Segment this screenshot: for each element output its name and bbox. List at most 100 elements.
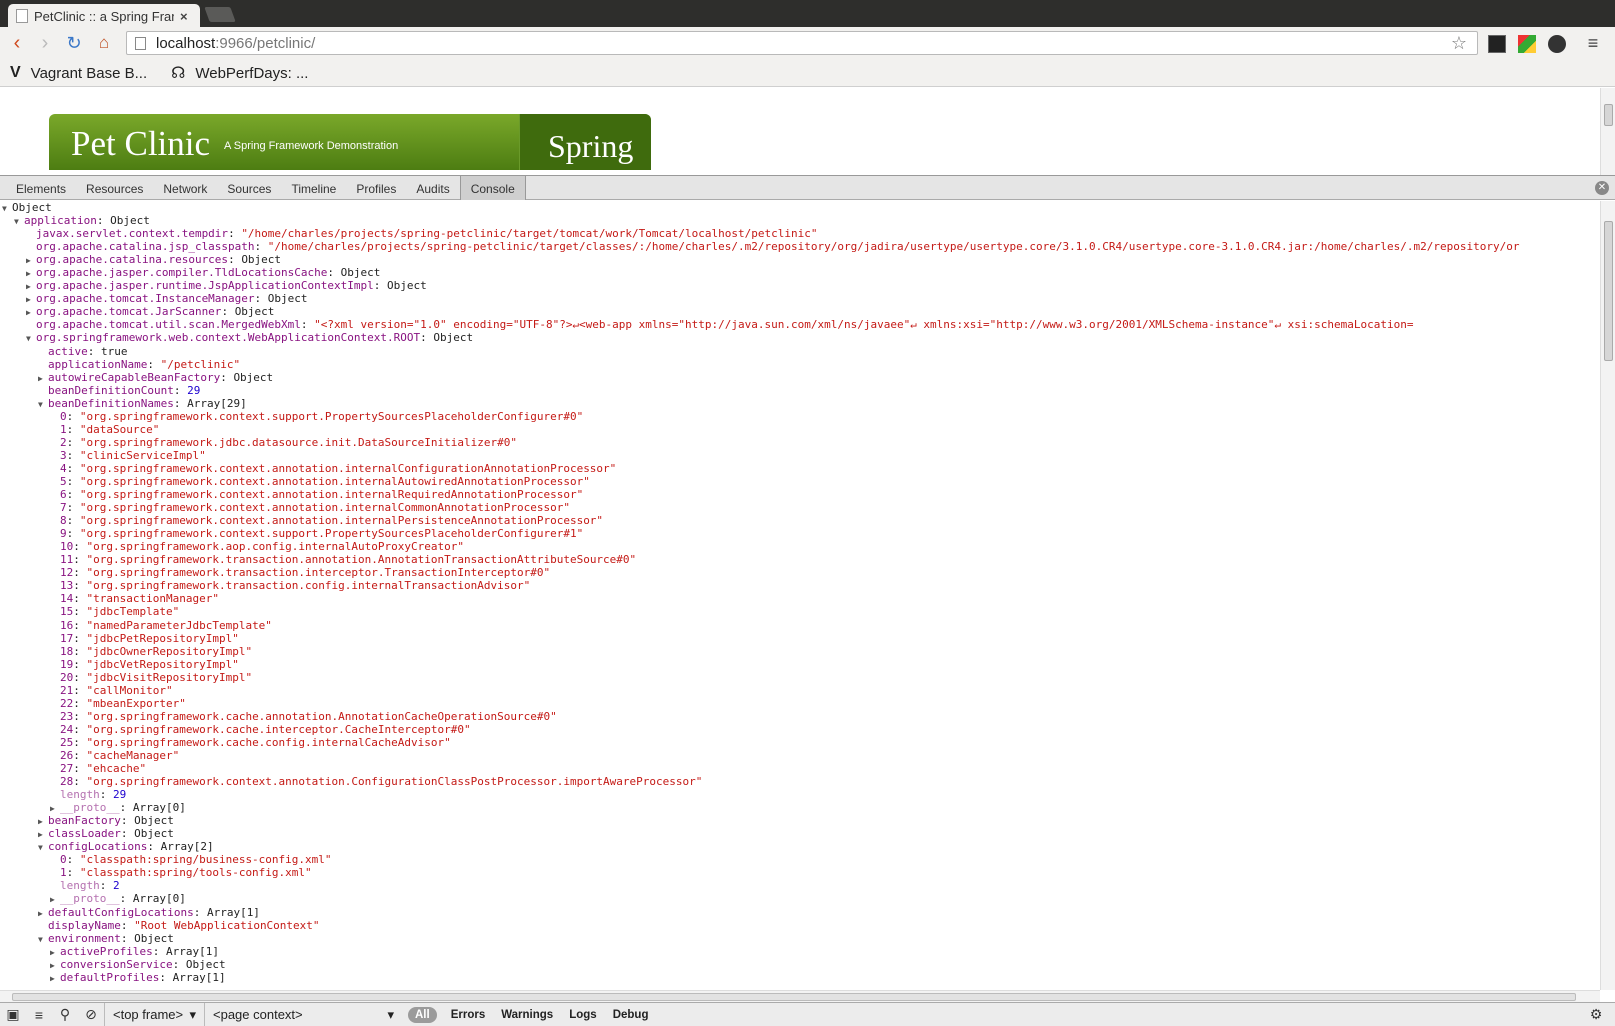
console-tree-row: 11: "org.springframework.transaction.ann… [0,553,1615,566]
console-tree-row[interactable]: ▼ beanDefinitionNames: Array[29] [0,397,1615,410]
console-horizontal-scrollbar-thumb[interactable] [12,993,1576,1001]
page-scrollbar[interactable] [1600,88,1615,176]
page-scrollbar-thumb[interactable] [1604,104,1613,126]
gear-icon[interactable]: ⚙ [1583,1006,1609,1023]
property-key: 22 [60,696,74,710]
property-key: length [60,788,100,802]
property-value: Array[2] [160,840,214,854]
console-tree-row[interactable]: ▶ org.apache.tomcat.InstanceManager: Obje… [0,292,1615,305]
collapsed-triangle-icon[interactable]: ▶ [26,280,36,293]
close-devtools-icon[interactable]: ✕ [1595,181,1609,195]
frame-select[interactable]: <top frame> ▾ [104,1002,204,1026]
console-tree-row[interactable]: ▼ Object [0,201,1615,214]
clear-console-icon[interactable]: ⊘ [78,1006,104,1023]
property-key: 25 [60,735,74,749]
reload-icon[interactable]: ↻ [63,32,85,54]
address-bar[interactable]: localhost:9966/petclinic/ ☆ [126,31,1478,55]
bookmark-item[interactable]: V Vagrant Base B... [10,64,147,82]
console-tree-row: 15: "jdbcTemplate" [0,605,1615,618]
console-tree-row[interactable]: ▶ defaultConfigLocations: Array[1] [0,906,1615,919]
property-key: org.apache.tomcat.InstanceManager [36,292,255,306]
console-scrollbar-thumb[interactable] [1604,221,1613,361]
filter-errors[interactable]: Errors [443,1009,494,1021]
tab-resources[interactable]: Resources [76,176,153,200]
console-tree-row: 0: "classpath:spring/business-config.xml… [0,853,1615,866]
collapsed-triangle-icon[interactable]: ▶ [26,254,36,267]
console-scrollbar[interactable] [1600,201,1615,990]
console-tree-row: 7: "org.springframework.context.annotati… [0,501,1615,514]
expanded-triangle-icon[interactable]: ▼ [2,202,12,215]
page-viewport: Pet Clinic A Spring Framework Demonstrat… [0,88,1615,176]
url-path: :9966/petclinic/ [215,34,316,52]
console-tree-row[interactable]: ▶ defaultProfiles: Array[1] [0,971,1615,984]
console-tree-row[interactable]: ▶ conversionService: Object [0,958,1615,971]
tab-sources[interactable]: Sources [217,176,281,200]
console-tree-row: org.apache.tomcat.util.scan.MergedWebXml… [0,318,1615,331]
webperfdays-icon: ☊ [171,65,186,82]
collapsed-triangle-icon[interactable]: ▶ [50,946,60,959]
forward-icon[interactable]: › [34,32,56,54]
console-tree-row[interactable]: ▶ org.apache.jasper.compiler.TldLocations… [0,266,1615,279]
expanded-triangle-icon[interactable]: ▼ [38,933,48,946]
new-tab-button[interactable] [204,7,236,22]
bookmark-item[interactable]: ☊ WebPerfDays: ... [171,63,308,83]
close-icon[interactable]: × [180,9,188,24]
dock-icon[interactable]: ▣ [0,1006,26,1023]
console-tree-row: 17: "jdbcPetRepositoryImpl" [0,632,1615,645]
console-tree-row[interactable]: ▼ org.springframework.web.context.WebAppl… [0,331,1615,344]
console-horizontal-scrollbar[interactable] [0,990,1600,1002]
back-icon[interactable]: ‹ [6,32,28,54]
color-extension-icon[interactable] [1518,35,1536,53]
expanded-triangle-icon[interactable]: ▼ [38,841,48,854]
collapsed-triangle-icon[interactable]: ▶ [50,959,60,972]
console-tree-row[interactable]: ▶ activeProfiles: Array[1] [0,945,1615,958]
tab-timeline[interactable]: Timeline [281,176,346,200]
filter-debug[interactable]: Debug [605,1009,657,1021]
collapsed-triangle-icon[interactable]: ▶ [26,306,36,319]
menu-icon[interactable]: ≡ [1582,32,1604,54]
collapsed-triangle-icon[interactable]: ▶ [26,267,36,280]
collapsed-triangle-icon[interactable]: ▶ [26,293,36,306]
collapsed-triangle-icon[interactable]: ▶ [38,907,48,920]
property-separator: : [159,970,173,984]
star-icon[interactable]: ☆ [1451,33,1467,54]
show-drawer-icon[interactable]: ≡ [26,1007,52,1023]
expanded-triangle-icon[interactable]: ▼ [14,215,24,228]
collapsed-triangle-icon[interactable]: ▶ [38,372,48,385]
console-tree-row[interactable]: ▶ org.apache.tomcat.JarScanner: Object [0,305,1615,318]
home-icon[interactable]: ⌂ [93,32,115,54]
console-tree-row[interactable]: ▶ __proto__: Array[0] [0,892,1615,905]
console-tree-row[interactable]: ▼ environment: Object [0,932,1615,945]
console-tree-row[interactable]: ▶ org.apache.catalina.resources: Object [0,253,1615,266]
banner-title: Pet Clinic [71,124,211,163]
tab-console[interactable]: Console [459,176,526,200]
tab-network[interactable]: Network [153,176,217,200]
record-off-extension-icon[interactable] [1548,35,1566,53]
tab-profiles[interactable]: Profiles [346,176,406,200]
console-tree-row[interactable]: ▶ __proto__: Array[0] [0,801,1615,814]
filter-all[interactable]: All [408,1006,437,1023]
property-separator: : [66,461,80,475]
collapsed-triangle-icon[interactable]: ▶ [50,972,60,985]
console-tree-row[interactable]: ▶ classLoader: Object [0,827,1615,840]
console-tree-row[interactable]: ▼ application: Object [0,214,1615,227]
console-tree-row[interactable]: ▶ beanFactory: Object [0,814,1615,827]
console-tree-row[interactable]: ▶ autowireCapableBeanFactory: Object [0,371,1615,384]
tab-elements[interactable]: Elements [6,176,76,200]
collapsed-triangle-icon[interactable]: ▶ [50,893,60,906]
filter-logs[interactable]: Logs [561,1009,604,1021]
browser-tab[interactable]: PetClinic :: a Spring Frame × [8,4,200,28]
expanded-triangle-icon[interactable]: ▼ [26,332,36,345]
expanded-triangle-icon[interactable]: ▼ [38,398,48,411]
collapsed-triangle-icon[interactable]: ▶ [38,828,48,841]
console-tree-row[interactable]: ▼ configLocations: Array[2] [0,840,1615,853]
terminal-extension-icon[interactable] [1488,35,1506,53]
tab-audits[interactable]: Audits [406,176,459,200]
console-tree-row[interactable]: ▶ org.apache.jasper.runtime.JspApplicatio… [0,279,1615,292]
collapsed-triangle-icon[interactable]: ▶ [38,815,48,828]
search-icon[interactable]: ⚲ [52,1006,78,1023]
filter-warnings[interactable]: Warnings [493,1009,561,1021]
collapsed-triangle-icon[interactable]: ▶ [50,802,60,815]
context-select[interactable]: <page context> ▾ [204,1002,402,1026]
property-key: 13 [60,579,74,593]
